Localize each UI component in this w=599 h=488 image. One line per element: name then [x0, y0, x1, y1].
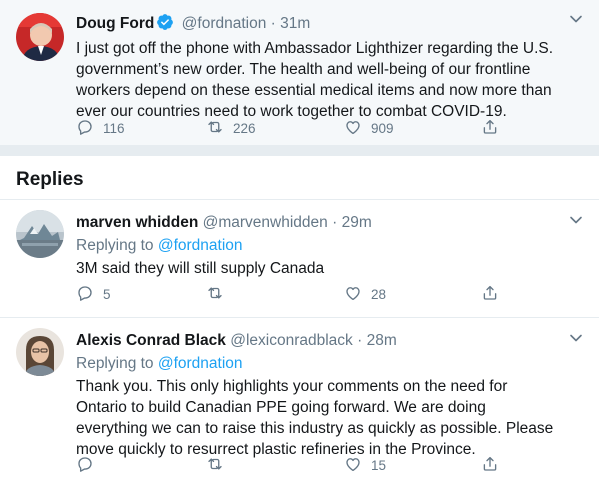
reply-button[interactable] — [76, 455, 103, 475]
author-name[interactable]: Doug Ford — [76, 15, 154, 32]
retweet-count: 226 — [233, 120, 256, 136]
share-icon — [481, 284, 499, 305]
author-name[interactable]: marven whidden — [76, 214, 198, 231]
share-button[interactable] — [481, 284, 499, 304]
reply-count: 5 — [103, 286, 111, 302]
like-count: 28 — [371, 286, 387, 302]
author-handle[interactable]: @fordnation — [182, 15, 267, 32]
reply-button[interactable]: 5 — [76, 284, 111, 304]
main-tweet[interactable]: Doug Ford @fordnation · 31m I just got o… — [0, 0, 599, 146]
tweet-actions: 15 — [76, 455, 506, 475]
chevron-down-icon[interactable] — [569, 213, 583, 227]
share-button[interactable] — [481, 118, 499, 138]
like-button[interactable]: 15 — [344, 455, 386, 475]
reply-tweet[interactable]: Alexis Conrad Black @lexiconradblack · 2… — [0, 318, 599, 488]
verified-badge-icon — [156, 13, 174, 37]
author-handle[interactable]: @marvenwhidden — [203, 214, 328, 231]
like-button[interactable]: 909 — [344, 118, 394, 138]
tweet-header: marven whidden @marvenwhidden · 29m — [76, 213, 559, 233]
separator: · — [357, 332, 363, 349]
tweet-header: Alexis Conrad Black @lexiconradblack · 2… — [76, 331, 559, 351]
retweet-button[interactable]: 226 — [206, 118, 256, 138]
like-icon — [344, 118, 362, 139]
replying-to: Replying to @fordnation — [76, 354, 559, 374]
avatar[interactable] — [16, 328, 64, 376]
tweet-actions: 116 226 909 — [76, 118, 506, 138]
author-handle[interactable]: @lexiconradblack — [230, 332, 353, 349]
retweet-button[interactable] — [206, 284, 233, 304]
retweet-icon — [206, 455, 224, 476]
section-divider — [0, 146, 599, 156]
retweet-icon — [206, 118, 224, 139]
replying-to-link[interactable]: @fordnation — [158, 355, 243, 372]
chevron-down-icon[interactable] — [569, 331, 583, 345]
separator: · — [270, 15, 276, 32]
share-icon — [481, 118, 499, 139]
reply-count: 116 — [103, 120, 125, 136]
reply-icon — [76, 118, 94, 139]
author-name[interactable]: Alexis Conrad Black — [76, 332, 226, 349]
tweet-text: 3M said they will still supply Canada — [76, 260, 325, 277]
reply-button[interactable]: 116 — [76, 118, 125, 138]
replies-heading: Replies — [0, 156, 599, 200]
avatar[interactable] — [16, 13, 64, 61]
tweet-text: I just got off the phone with Ambassador… — [76, 40, 554, 120]
timestamp[interactable]: 29m — [342, 214, 372, 231]
share-button[interactable] — [481, 455, 499, 475]
like-count: 909 — [371, 120, 394, 136]
like-icon — [344, 455, 362, 476]
replying-to-label: Replying to — [76, 355, 154, 372]
avatar[interactable] — [16, 210, 64, 258]
replying-to-label: Replying to — [76, 237, 154, 254]
tweet-actions: 5 28 — [76, 284, 506, 304]
replying-to-link[interactable]: @fordnation — [158, 237, 243, 254]
retweet-button[interactable] — [206, 455, 233, 475]
reply-icon — [76, 284, 94, 305]
reply-tweet[interactable]: marven whidden @marvenwhidden · 29m Repl… — [0, 200, 599, 318]
share-icon — [481, 455, 499, 476]
reply-icon — [76, 455, 94, 476]
timestamp[interactable]: 31m — [280, 15, 310, 32]
replying-to: Replying to @fordnation — [76, 236, 559, 256]
tweet-header: Doug Ford @fordnation · 31m — [76, 13, 559, 37]
tweet-text: Thank you. This only highlights your com… — [76, 378, 554, 458]
timestamp[interactable]: 28m — [367, 332, 397, 349]
separator: · — [332, 214, 338, 231]
like-icon — [344, 284, 362, 305]
chevron-down-icon[interactable] — [569, 12, 583, 26]
like-count: 15 — [371, 457, 387, 473]
retweet-icon — [206, 284, 224, 305]
like-button[interactable]: 28 — [344, 284, 386, 304]
